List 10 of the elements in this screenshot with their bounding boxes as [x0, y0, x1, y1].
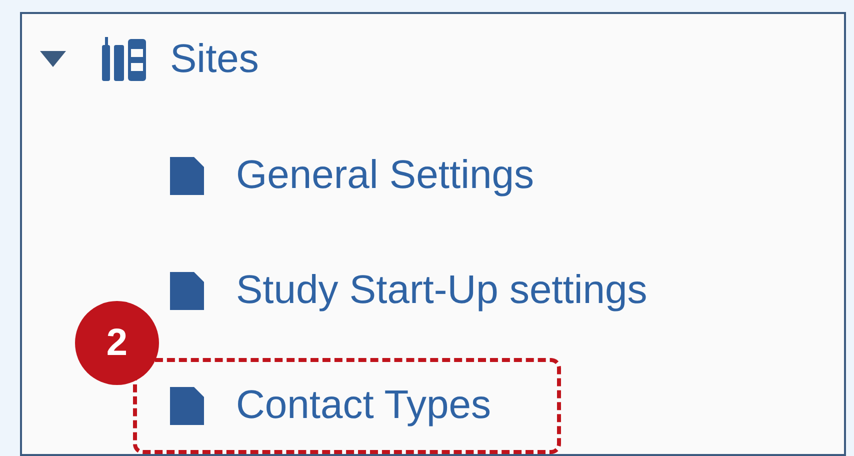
step-badge: 2 — [75, 301, 159, 385]
tree-item[interactable]: Contact Types — [236, 383, 491, 428]
document-icon — [168, 272, 206, 310]
document-icon — [168, 386, 206, 424]
caret-icon[interactable] — [38, 49, 68, 69]
tree-item[interactable]: Study Start-Up settings — [236, 268, 648, 313]
binder-icon — [100, 37, 148, 81]
document-icon — [168, 156, 206, 194]
tree-item[interactable]: General Settings — [236, 153, 534, 198]
tree-item[interactable]: Sites — [170, 36, 259, 82]
